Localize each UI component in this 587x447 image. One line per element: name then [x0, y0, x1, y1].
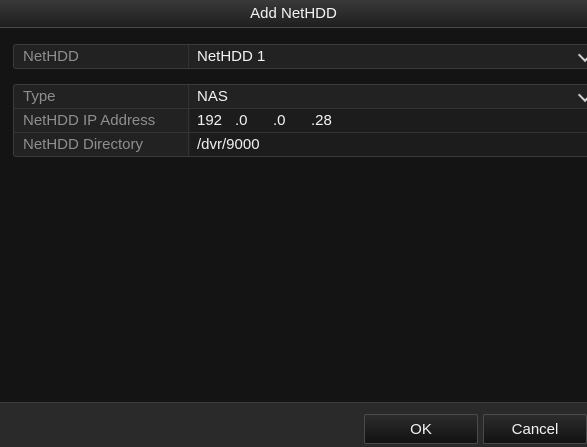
type-select[interactable]: NAS [190, 85, 587, 108]
nethdd-select[interactable]: NetHDD 1 [190, 45, 587, 68]
cancel-button[interactable]: Cancel [483, 414, 587, 444]
nethdd-panel: NetHDD NetHDD 1 [13, 44, 587, 69]
ip-octet-3[interactable]: .0 [273, 109, 311, 132]
chevron-down-icon [577, 87, 587, 103]
ip-octet-4[interactable]: .28 [311, 109, 349, 132]
empty-content-area [13, 166, 587, 402]
ok-button[interactable]: OK [364, 414, 478, 444]
nethdd-label: NetHDD [14, 45, 189, 68]
settings-panel: Type NAS NetHDD IP Address 192.0.0.28 Ne… [13, 84, 587, 157]
nethdd-select-value: NetHDD 1 [197, 48, 266, 65]
add-nethdd-dialog: Add NetHDD NetHDD NetHDD 1 Type NAS NetH… [0, 0, 587, 447]
type-select-value: NAS [197, 88, 228, 105]
ip-address-field[interactable]: 192.0.0.28 [190, 109, 587, 132]
directory-label: NetHDD Directory [14, 133, 189, 156]
chevron-down-icon [577, 47, 587, 63]
directory-row: NetHDD Directory /dvr/9000 [14, 133, 587, 156]
ip-octet-1[interactable]: 192 [197, 109, 235, 132]
nethdd-row: NetHDD NetHDD 1 [14, 45, 587, 68]
type-row: Type NAS [14, 85, 587, 109]
dialog-title: Add NetHDD [0, 0, 587, 28]
type-label: Type [14, 85, 189, 108]
ip-octet-2[interactable]: .0 [235, 109, 273, 132]
ip-row: NetHDD IP Address 192.0.0.28 [14, 109, 587, 133]
dialog-footer: OK Cancel [0, 402, 587, 447]
ip-label: NetHDD IP Address [14, 109, 189, 132]
directory-input[interactable]: /dvr/9000 [190, 133, 587, 156]
